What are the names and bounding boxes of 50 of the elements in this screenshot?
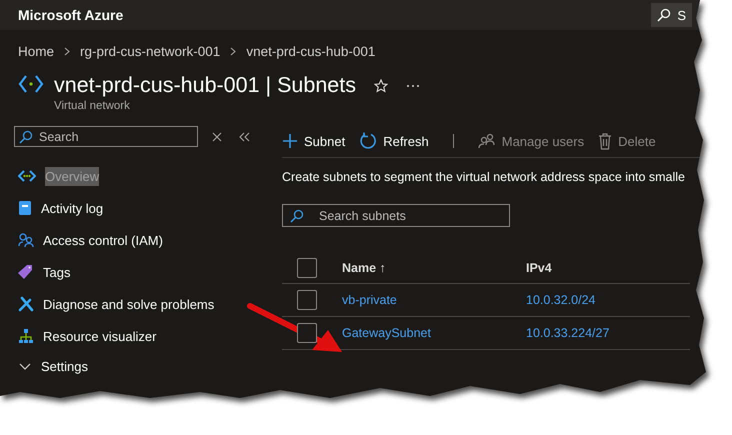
address-link[interactable]: 10.0.33.224/27 — [526, 326, 610, 340]
clear-button[interactable] — [210, 130, 224, 144]
checkbox[interactable] — [297, 323, 317, 343]
hierarchy-icon — [18, 328, 34, 344]
more-button[interactable] — [406, 84, 420, 88]
plus-icon — [282, 133, 298, 149]
refresh-icon — [359, 132, 378, 150]
nav-item[interactable]: Activity log — [14, 192, 244, 224]
people-icon — [18, 233, 34, 247]
global-search-button[interactable]: S — [651, 3, 692, 27]
search-field[interactable]: Search subnets — [282, 204, 510, 227]
address-link[interactable]: 10.0.32.0/24 — [526, 293, 596, 307]
column-header[interactable]: Name ↑ — [342, 261, 526, 275]
search-icon — [19, 130, 33, 144]
network-icon — [18, 169, 36, 183]
breadcrumb-link[interactable]: vnet-prd-cus-hub-001 — [246, 44, 376, 59]
more-icon — [406, 84, 420, 88]
app-title: Microsoft Azure — [18, 7, 124, 23]
close-icon — [212, 132, 222, 142]
nav-item[interactable]: Diagnose and solve problems — [14, 288, 244, 320]
people-icon — [478, 133, 496, 149]
nav-item[interactable]: Resource visualizer — [14, 320, 244, 352]
trash-icon — [598, 132, 612, 150]
nav-item[interactable]: Access control (IAM) — [14, 224, 244, 256]
favorite-button[interactable] — [374, 78, 388, 92]
tag-icon — [18, 264, 34, 280]
wrench-icon — [18, 296, 34, 312]
search-field[interactable]: Search — [14, 126, 198, 147]
checkbox[interactable] — [297, 258, 317, 278]
subnet-link[interactable]: GatewaySubnet — [342, 326, 526, 340]
nav-item[interactable]: Tags — [14, 256, 244, 288]
document-icon — [18, 200, 32, 216]
subnet-link[interactable]: vb-private — [342, 293, 526, 307]
description-text: Create subnets to segment the virtual network address space into smalle — [282, 170, 686, 184]
toolbar-button[interactable]: Subnet — [282, 133, 346, 149]
breadcrumb-link[interactable]: Home — [18, 44, 54, 59]
page-title: vnet-prd-cus-hub-001 | Subnets — [54, 73, 356, 98]
double-chevron-icon — [238, 132, 250, 142]
breadcrumb-link[interactable]: rg-prd-cus-network-001 — [80, 44, 220, 59]
search-icon — [657, 8, 672, 22]
column-header[interactable]: IPv4 — [526, 261, 552, 275]
network-icon — [18, 73, 44, 95]
chevron-right-icon — [64, 47, 70, 56]
chevron-right-icon — [230, 47, 236, 56]
toolbar-button[interactable]: Refresh — [359, 132, 429, 150]
checkbox[interactable] — [297, 290, 317, 310]
star-icon — [374, 78, 388, 92]
page-subtitle: Virtual network — [54, 100, 131, 112]
search-icon — [290, 209, 304, 223]
nav-group[interactable]: Settings — [14, 352, 244, 380]
